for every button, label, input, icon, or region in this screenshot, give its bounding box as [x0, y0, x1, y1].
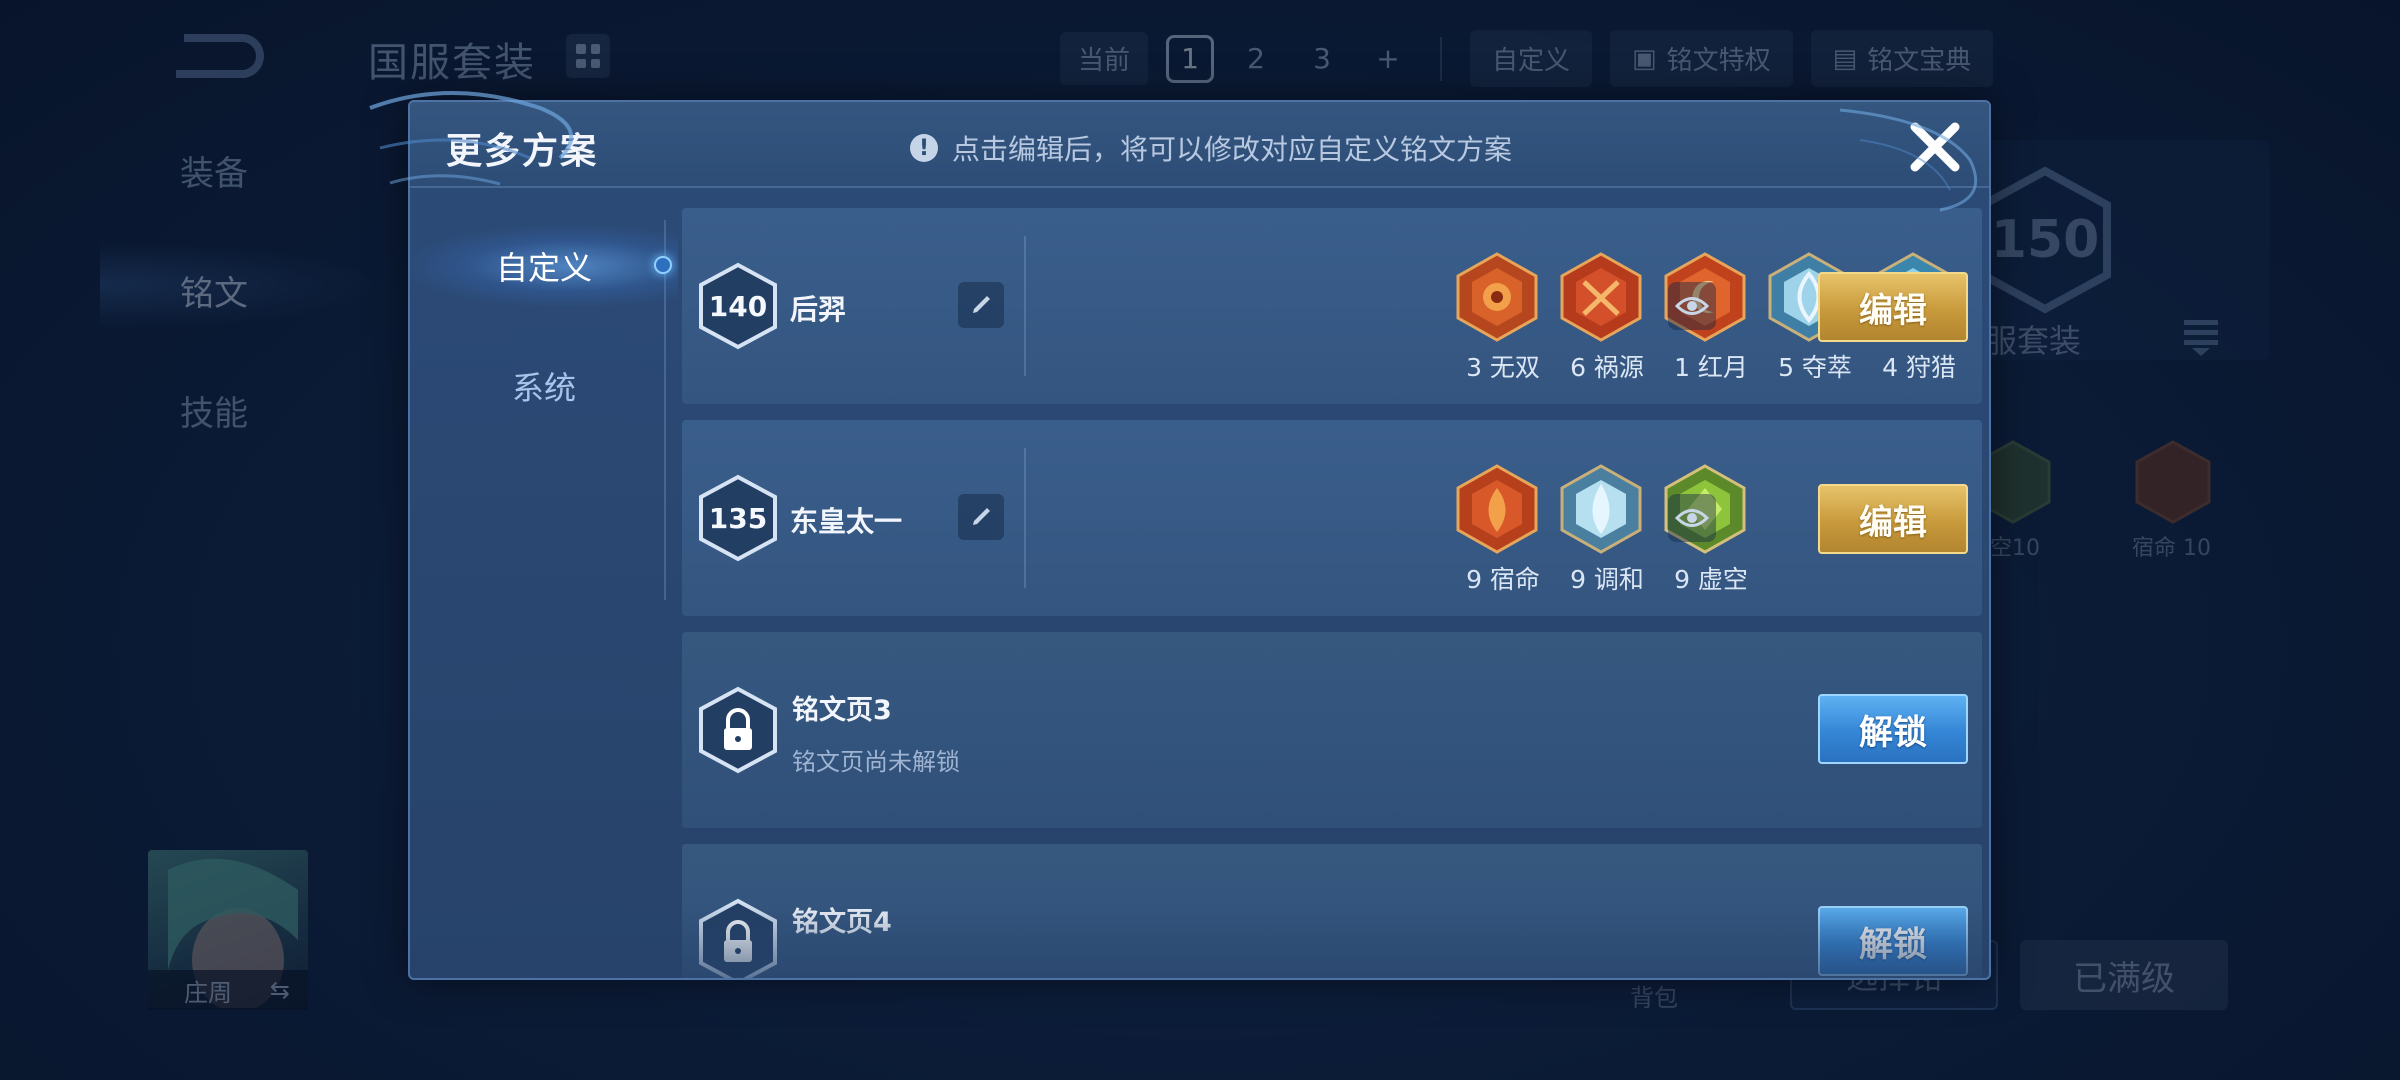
- rune-guide-label: 铭文宝典: [1867, 46, 1972, 76]
- plan-name: 东皇太一: [790, 505, 903, 538]
- rune-label: 9 宿命: [1466, 565, 1540, 594]
- rune-red-icon: [1456, 252, 1538, 342]
- set-label: 服套装: [1985, 322, 2082, 360]
- grid-icon[interactable]: [566, 34, 610, 78]
- divider: [1024, 236, 1026, 376]
- rename-button[interactable]: [958, 494, 1004, 540]
- tab-system-label: 系统: [511, 369, 576, 407]
- rune-label: 6 祸源: [1570, 353, 1644, 382]
- rune-guide-button[interactable]: ▤ 铭文宝典: [1810, 30, 1994, 87]
- bg-rune-label: 宿命 10: [2132, 536, 2211, 561]
- rune-special-label: 铭文特权: [1666, 46, 1771, 76]
- info-icon: !: [910, 134, 938, 162]
- locked-page-subtitle: 铭文页尚未解锁: [792, 748, 960, 776]
- page-tab-3[interactable]: 3: [1298, 35, 1346, 83]
- tab-custom-label: 自定义: [495, 249, 592, 287]
- close-icon: [1910, 122, 1960, 172]
- divider: [1440, 36, 1443, 81]
- lock-icon: [698, 898, 778, 978]
- side-nav-runes[interactable]: 铭文: [180, 266, 248, 315]
- locked-page-title: 铭文页4: [792, 907, 892, 938]
- rune-item[interactable]: 9 宿命: [1456, 464, 1542, 594]
- modal-tip-text: 点击编辑后，将可以修改对应自定义铭文方案: [952, 133, 1513, 166]
- rune-label: 3 无双: [1466, 353, 1540, 382]
- maxed-button: 已满级: [2020, 940, 2228, 1010]
- rune-label: 9 虚空: [1674, 565, 1748, 594]
- menu-icon[interactable]: [2180, 316, 2222, 356]
- eye-icon: [1675, 509, 1709, 527]
- plan-tabs: 自定义 系统: [410, 190, 678, 978]
- book-icon: ▣: [1632, 43, 1657, 74]
- locked-page-card: 铭文页4 解锁: [682, 844, 1982, 978]
- rune-special-button[interactable]: ▣ 铭文特权: [1610, 30, 1793, 87]
- lock-icon: [698, 686, 778, 774]
- bag-label[interactable]: 背包: [1630, 978, 1678, 1013]
- page-tab-1[interactable]: 1: [1166, 34, 1215, 83]
- rune-red-icon: [1560, 252, 1642, 342]
- locked-page-card: 铭文页3 铭文页尚未解锁 解锁: [682, 632, 1982, 828]
- set-level-badge: 150: [1975, 165, 2115, 315]
- level-hex-icon: 140: [698, 262, 778, 350]
- rune-label: 4 狩猎: [1882, 353, 1956, 382]
- more-plans-modal: 更多方案 ! 点击编辑后，将可以修改对应自定义铭文方案 自定义 系统 140 后…: [408, 100, 1991, 980]
- rune-label: 9 调和: [1570, 565, 1644, 594]
- level-hex-icon: 135: [698, 474, 778, 562]
- tab-custom[interactable]: 自定义: [410, 226, 678, 306]
- plan-level: 135: [708, 501, 768, 535]
- pencil-icon: [973, 508, 990, 525]
- active-tab-dot-icon: [654, 256, 672, 274]
- add-page-button[interactable]: +: [1364, 35, 1412, 83]
- plan-level: 140: [708, 289, 768, 323]
- preview-button[interactable]: [1668, 282, 1716, 330]
- plan-card: 140 后羿 3 无双 6 祸源 1 红月 5 夺萃 4 狩猎 编辑: [682, 208, 1982, 404]
- rune-label: 1 红月: [1674, 353, 1748, 382]
- eye-icon: [1675, 297, 1709, 315]
- rune-item[interactable]: 3 无双: [1456, 252, 1542, 382]
- current-label: 当前: [1060, 32, 1149, 85]
- pencil-icon: [973, 296, 990, 313]
- screen-title: 国服套装: [368, 40, 536, 86]
- hero-name: 庄周: [184, 978, 232, 1007]
- set-level-text: 150: [1991, 210, 2100, 270]
- custom-button[interactable]: 自定义: [1470, 30, 1593, 87]
- divider: [1024, 448, 1026, 588]
- rune-item[interactable]: 9 调和: [1560, 464, 1646, 594]
- modal-header: 更多方案 ! 点击编辑后，将可以修改对应自定义铭文方案: [410, 102, 1989, 188]
- rune-blue-icon: [1560, 464, 1642, 554]
- tab-system[interactable]: 系统: [410, 346, 678, 426]
- guide-icon: ▤: [1832, 43, 1858, 74]
- unlock-button[interactable]: 解锁: [1818, 694, 1968, 764]
- swap-icon: ⇆: [269, 976, 290, 1004]
- side-nav-equipment[interactable]: 装备: [180, 146, 248, 195]
- side-nav-skills[interactable]: 技能: [180, 386, 248, 435]
- close-button[interactable]: [1900, 116, 1970, 178]
- bg-rune-fate: [2135, 440, 2211, 524]
- page-switcher: 当前 1 2 3 + 自定义 ▣ 铭文特权 ▤ 铭文宝典: [1060, 30, 1994, 87]
- edit-button[interactable]: 编辑: [1818, 272, 1968, 342]
- rename-button[interactable]: [958, 282, 1004, 328]
- back-arrow-icon[interactable]: [170, 28, 270, 84]
- plan-name: 后羿: [790, 293, 847, 326]
- preview-button[interactable]: [1668, 494, 1716, 542]
- modal-tip: ! 点击编辑后，将可以修改对应自定义铭文方案: [910, 128, 1512, 168]
- rune-red-icon: [1456, 464, 1538, 554]
- rune-item[interactable]: 6 祸源: [1560, 252, 1646, 382]
- locked-page-title: 铭文页3: [792, 695, 892, 726]
- page-tab-2[interactable]: 2: [1232, 35, 1280, 83]
- hero-name-bar[interactable]: 庄周 ⇆: [148, 970, 308, 1010]
- plan-card: 135 东皇太一 9 宿命 9 调和 9 虚空 编辑: [682, 420, 1982, 616]
- unlock-button[interactable]: 解锁: [1818, 906, 1968, 976]
- modal-title: 更多方案: [446, 131, 599, 172]
- rune-label: 5 夺萃: [1778, 353, 1852, 382]
- bg-rune-label: 空10: [1990, 536, 2040, 561]
- edit-button[interactable]: 编辑: [1818, 484, 1968, 554]
- plan-list[interactable]: 140 后羿 3 无双 6 祸源 1 红月 5 夺萃 4 狩猎 编辑 135 东…: [682, 208, 1982, 978]
